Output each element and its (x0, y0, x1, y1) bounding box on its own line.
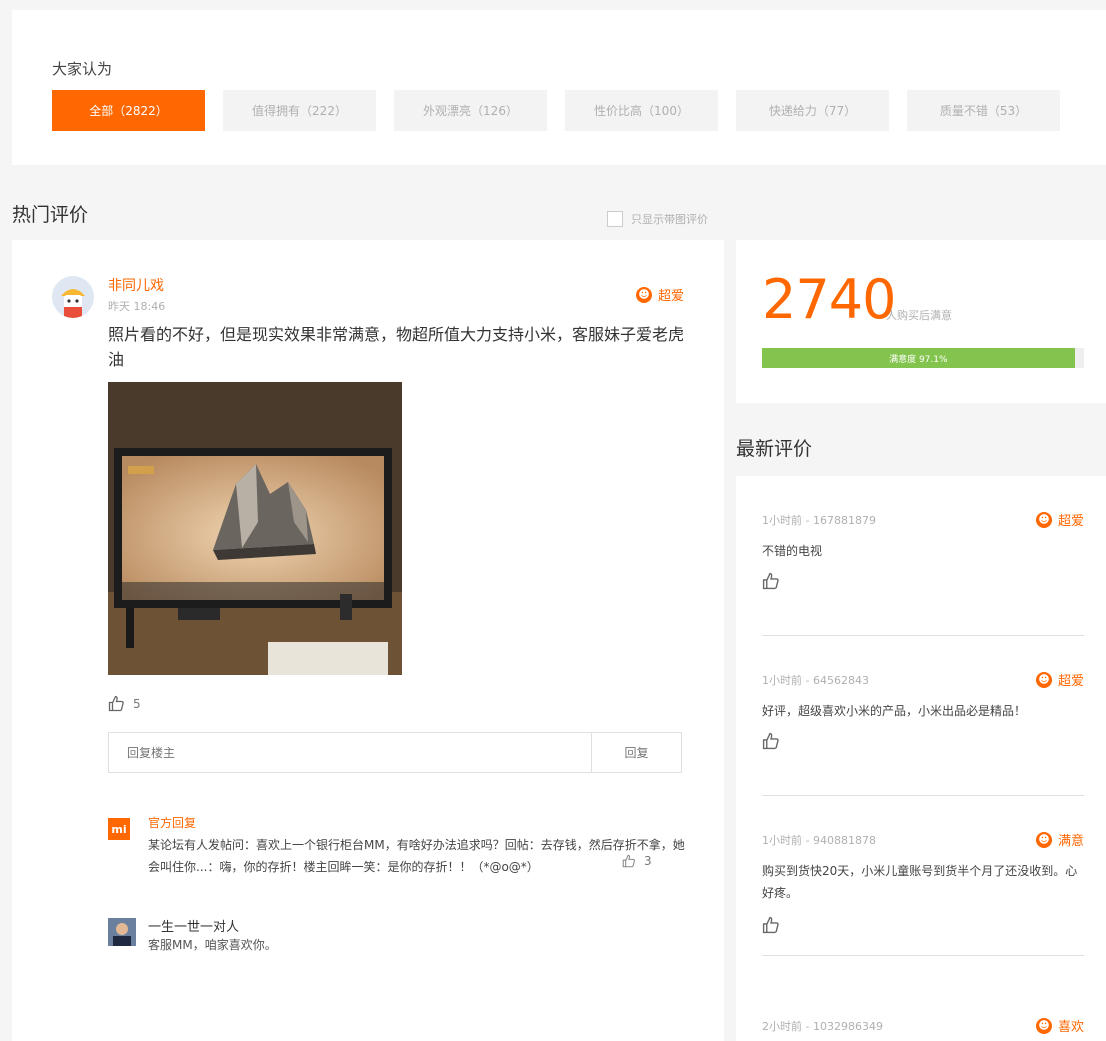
filter-panel: 大家认为 全部（2822） 值得拥有（222） 外观漂亮（126） 性价比高（1… (12, 10, 1106, 165)
smile-icon: ☻ (1035, 511, 1052, 528)
latest-review-rating: ☻ 满意 (1035, 830, 1084, 849)
smile-icon: ☻ (1035, 1017, 1052, 1034)
filter-tab-worth[interactable]: 值得拥有（222） (223, 90, 376, 131)
latest-review-rating: ☻ 超爱 (1035, 510, 1084, 529)
pic-only-checkbox[interactable]: 只显示带图评价 (607, 211, 708, 227)
smile-icon: ☻ (1035, 831, 1052, 848)
thumbs-up-icon[interactable] (762, 572, 780, 590)
filter-tab-all[interactable]: 全部（2822） (52, 90, 205, 131)
official-like-button[interactable]: 3 (622, 854, 652, 868)
rating-label: 满意 (1057, 834, 1084, 849)
latest-review-meta: 2小时前 - 1032986349 (762, 1020, 883, 1033)
official-like-count: 3 (644, 854, 652, 868)
latest-review-meta: 1小时前 - 64562843 (762, 674, 869, 687)
latest-reviews-heading: 最新评价 (736, 438, 813, 460)
filter-tab-looks[interactable]: 外观漂亮（126） (394, 90, 547, 131)
latest-review-rating: ☻ 超爱 (1035, 670, 1084, 689)
latest-review-text: 购买到货快20天，小米儿童账号到货半个月了还没收到。心好疼。 (762, 864, 1078, 900)
avatar[interactable] (52, 276, 94, 318)
reply-box: 回复楼主 回复 (108, 732, 682, 773)
filter-tabs: 全部（2822） 值得拥有（222） 外观漂亮（126） 性价比高（100） 快… (52, 90, 1060, 131)
review-time: 昨天 18:46 (108, 300, 166, 313)
latest-review-item: 2小时前 - 1032986349 ☻ 喜欢 (762, 976, 1084, 1041)
sub-comment-avatar[interactable] (108, 918, 136, 946)
official-reply-label: 官方回复 (148, 816, 197, 830)
hot-reviews-heading: 热门评价 (12, 204, 89, 226)
satisfied-label: 人购买后满意 (886, 309, 952, 322)
latest-reviews-card: 1小时前 - 167881879 ☻ 超爱 不错的电视 1小时前 - 64562… (736, 476, 1106, 1041)
latest-review-meta: 1小时前 - 167881879 (762, 514, 876, 527)
filter-tab-delivery[interactable]: 快递给力（77） (736, 90, 889, 131)
smile-icon: ☻ (1035, 671, 1052, 688)
checkbox-box[interactable] (607, 211, 623, 227)
latest-review-item: 1小时前 - 64562843 ☻ 超爱 好评，超级喜欢小米的产品，小米出品必是… (762, 636, 1084, 796)
rating-label: 喜欢 (1057, 1020, 1084, 1035)
review-username[interactable]: 非同儿戏 (108, 275, 164, 295)
rating-label: 超爱 (1057, 674, 1084, 689)
thumbs-up-icon (622, 854, 635, 868)
satisfaction-fill: 满意度 97.1% (762, 348, 1075, 368)
rating-label: 超爱 (658, 289, 685, 304)
review-photo[interactable] (108, 382, 402, 675)
latest-review-rating: ☻ 喜欢 (1035, 1016, 1084, 1035)
satisfaction-card: 2740 人购买后满意 满意度 97.1% (736, 240, 1106, 403)
satisfied-count: 2740 (762, 268, 896, 331)
pic-only-label: 只显示带图评价 (631, 213, 708, 226)
sub-comment-name[interactable]: 一生一世一对人 (148, 916, 239, 935)
review-text: 照片看的不好，但是现实效果非常满意，物超所值大力支持小米，客服妹子爱老虎油 (108, 325, 685, 369)
filter-tab-quality[interactable]: 质量不错（53） (907, 90, 1060, 131)
thumbs-up-icon (108, 695, 124, 712)
latest-review-text: 好评，超级喜欢小米的产品，小米出品必是精品！ (762, 704, 1027, 718)
like-count: 5 (133, 696, 141, 711)
mi-logo: mi (108, 818, 130, 840)
latest-review-text: 不错的电视 (762, 544, 823, 558)
sub-comment-text: 客服MM，咱家喜欢你。 (148, 938, 277, 952)
review-rating: ☻ 超爱 (636, 285, 684, 304)
thumbs-up-icon[interactable] (762, 732, 780, 750)
reply-button[interactable]: 回复 (591, 733, 681, 772)
smile-icon: ☻ (636, 286, 652, 303)
rating-label: 超爱 (1057, 514, 1084, 529)
official-reply-text: 某论坛有人发帖问：喜欢上一个银行柜台MM，有啥好办法追求吗？回帖：去存钱，然后存… (148, 838, 685, 874)
satisfaction-bar: 满意度 97.1% (762, 348, 1084, 368)
hot-review-card: 非同儿戏 昨天 18:46 ☻ 超爱 照片看的不好，但是现实效果非常满意，物超所… (12, 240, 724, 1041)
latest-review-item: 1小时前 - 167881879 ☻ 超爱 不错的电视 (762, 476, 1084, 636)
thumbs-up-icon[interactable] (762, 916, 780, 934)
filter-heading: 大家认为 (52, 60, 113, 78)
reply-input[interactable]: 回复楼主 (109, 733, 591, 772)
like-button[interactable]: 5 (108, 695, 141, 712)
latest-review-meta: 1小时前 - 940881878 (762, 834, 876, 847)
latest-review-item: 1小时前 - 940881878 ☻ 满意 购买到货快20天，小米儿童账号到货半… (762, 796, 1084, 956)
filter-tab-value[interactable]: 性价比高（100） (565, 90, 718, 131)
